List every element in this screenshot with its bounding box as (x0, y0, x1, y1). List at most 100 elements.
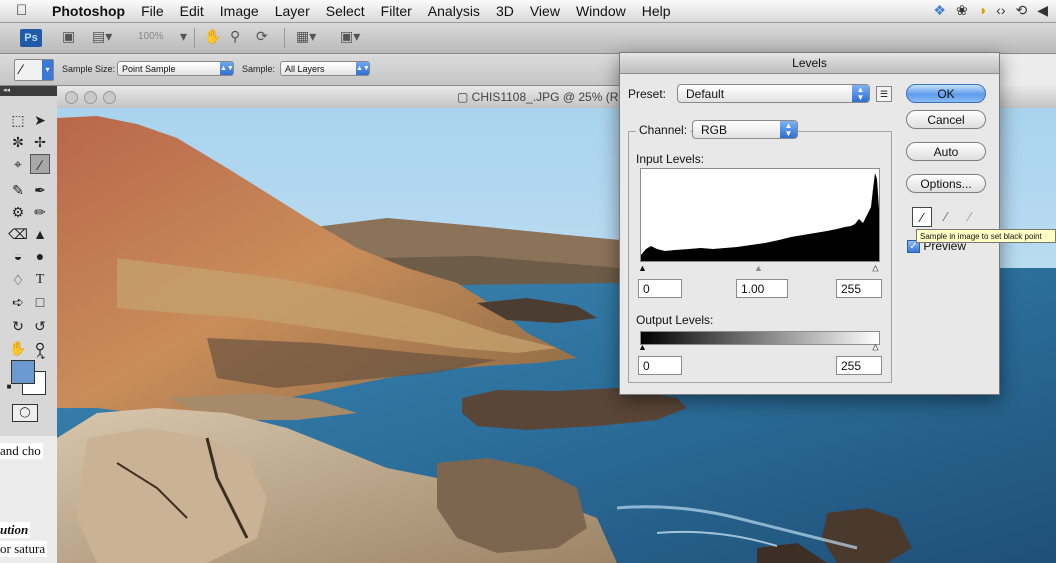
half-moon-icon[interactable]: ◑ (978, 2, 986, 19)
sample-size-value: Point Sample (122, 64, 176, 74)
shape-tool-icon[interactable]: □ (30, 292, 50, 312)
foreground-color-swatch[interactable] (11, 360, 35, 384)
application-bar: Ps ▣ ▤▾ 100% ▾ ✋ ⚲ ⟳ ▦▾ ▣▾ (0, 23, 1056, 54)
preset-value: Default (686, 87, 725, 101)
levels-title-bar[interactable]: Levels (620, 53, 999, 74)
white-point-eyedropper-icon[interactable]: ⁄ (960, 207, 980, 227)
white-point-slider-icon[interactable]: ▲ (871, 263, 881, 274)
histogram-graph (641, 173, 879, 261)
input-gamma-field[interactable]: 1.00 (736, 279, 788, 298)
output-white-slider-icon[interactable]: ▲ (871, 342, 881, 353)
path-selection-tool-icon[interactable]: ➪ (8, 292, 28, 312)
input-levels-slider[interactable]: ▲ ▲ ▲ (638, 263, 881, 274)
levels-dialog: Levels Preset: Default ▲ ▼ ☰ Channel: RGB… (619, 52, 1000, 395)
tool-preset-picker[interactable]: ⁄ ▾ (14, 59, 54, 81)
menu-image[interactable]: Image (220, 3, 259, 19)
ok-button[interactable]: OK (906, 84, 986, 103)
menu-window[interactable]: Window (576, 3, 626, 19)
output-white-field[interactable]: 255 (836, 356, 882, 375)
options-button[interactable]: Options... (906, 174, 986, 193)
lasso-tool-icon[interactable]: ✼ (8, 132, 28, 152)
tools-panel: ◂◂ ⬚ ➤ ✼ ✢ ⌖ ⁄ ✎ ✒ ⚙ ✏ ⌫ ▲ ◒ ● ♢ T ➪ □ ↻… (0, 86, 58, 436)
brush-tool-icon[interactable]: ✒ (30, 180, 50, 200)
auto-button[interactable]: Auto (906, 142, 986, 161)
output-levels-slider[interactable]: ▲ ▲ (638, 342, 881, 353)
dodge-tool-icon[interactable]: ◒ (8, 246, 28, 266)
black-point-slider-icon[interactable]: ▲ (638, 263, 647, 273)
dropbox-icon[interactable]: ❖ (933, 2, 946, 19)
healing-brush-tool-icon[interactable]: ✎ (8, 180, 28, 200)
channel-select[interactable]: RGB ▲ ▼ (692, 120, 798, 139)
input-black-field[interactable]: 0 (638, 279, 682, 298)
3d-rotate-tool-icon[interactable]: ↻ (8, 316, 28, 336)
gamma-slider-icon[interactable]: ▲ (754, 263, 763, 273)
preset-select[interactable]: Default ▲ ▼ (677, 84, 870, 103)
zoom-tool-icon[interactable]: ⚲ (230, 28, 240, 45)
preset-options-icon[interactable]: ☰ (876, 86, 892, 102)
3d-orbit-tool-icon[interactable]: ↺ (30, 316, 50, 336)
eyedropper-tool-icon[interactable]: ⁄ (30, 154, 50, 174)
menu-help[interactable]: Help (642, 3, 671, 19)
type-tool-icon[interactable]: T (30, 270, 50, 290)
apple-icon[interactable]:  (16, 2, 27, 19)
rotate-view-icon[interactable]: ⟳ (256, 28, 268, 45)
menu-analysis[interactable]: Analysis (428, 3, 480, 19)
quick-selection-tool-icon[interactable]: ✢ (30, 132, 50, 152)
crop-tool-icon[interactable]: ⌖ (8, 154, 28, 174)
close-window-icon[interactable] (65, 91, 78, 104)
marquee-tool-icon[interactable]: ⬚ (8, 110, 28, 130)
menu-file[interactable]: File (141, 3, 164, 19)
sample-value: All Layers (285, 64, 325, 74)
menu-select[interactable]: Select (326, 3, 365, 19)
hand-tool-icon[interactable]: ✋ (8, 338, 28, 358)
updown-arrows-icon: ▲▼ (780, 121, 797, 138)
output-black-field[interactable]: 0 (638, 356, 682, 375)
sample-size-select[interactable]: Point Sample ▲▼ (117, 61, 234, 76)
menu-layer[interactable]: Layer (275, 3, 310, 19)
tools-panel-header[interactable]: ◂◂ (0, 86, 57, 96)
black-point-eyedropper-icon[interactable]: ⁄ (912, 207, 932, 227)
history-brush-tool-icon[interactable]: ✏ (30, 202, 50, 222)
updown-arrows-icon: ▲▼ (356, 62, 370, 75)
photoshop-logo: Ps (20, 29, 42, 47)
sample-label: Sample: (242, 64, 276, 74)
volume-icon[interactable]: ◀ (1037, 2, 1048, 19)
move-tool-icon[interactable]: ➤ (30, 110, 50, 130)
pen-tool-icon[interactable]: ♢ (8, 270, 28, 290)
document-title-bar: ▢ CHIS1108_.JPG @ 25% (R (57, 86, 620, 109)
bridge-icon[interactable]: ▣ (62, 28, 75, 45)
menu-bar:  Photoshop File Edit Image Layer Select… (0, 0, 1056, 23)
menu-view[interactable]: View (530, 3, 560, 19)
menu-filter[interactable]: Filter (381, 3, 412, 19)
paint-bucket-tool-icon[interactable]: ▲ (30, 224, 50, 244)
output-black-slider-icon[interactable]: ▲ (638, 342, 647, 352)
menu-3d[interactable]: 3D (496, 3, 514, 19)
zoom-window-icon[interactable] (103, 91, 116, 104)
sharpen-tool-icon[interactable]: ● (30, 246, 50, 266)
screen-mode-icon[interactable]: ▣▾ (340, 28, 360, 45)
eraser-tool-icon[interactable]: ⌫ (8, 224, 28, 244)
swap-colors-icon[interactable]: ↷ (34, 352, 48, 366)
options-bar: ⁄ ▾ Sample Size: Point Sample ▲▼ Sample: … (0, 54, 620, 86)
document-title-bar-right (997, 86, 1056, 109)
menu-list: Photoshop File Edit Image Layer Select F… (52, 3, 687, 19)
paw-icon[interactable]: ❀ (956, 2, 968, 19)
menu-edit[interactable]: Edit (180, 3, 204, 19)
quick-mask-button[interactable]: ◯ (12, 404, 38, 422)
gray-point-eyedropper-icon[interactable]: ⁄ (936, 207, 956, 227)
minimize-window-icon[interactable] (84, 91, 97, 104)
divider (284, 28, 285, 48)
cancel-button[interactable]: Cancel (906, 110, 986, 129)
zoom-dropdown-icon[interactable]: ▾ (180, 28, 187, 45)
menu-photoshop[interactable]: Photoshop (52, 3, 125, 19)
view-extras-icon[interactable]: ▤▾ (92, 28, 112, 45)
hand-tool-icon[interactable]: ✋ (204, 28, 221, 45)
sample-select[interactable]: All Layers ▲▼ (280, 61, 370, 76)
zoom-level[interactable]: 100% (138, 31, 164, 42)
clone-stamp-tool-icon[interactable]: ⚙ (8, 202, 28, 222)
input-white-field[interactable]: 255 (836, 279, 882, 298)
time-machine-icon[interactable]: ⟲ (1015, 2, 1027, 19)
default-colors-icon[interactable]: ■ (4, 382, 14, 392)
code-icon[interactable]: ‹› (996, 2, 1005, 19)
arrange-documents-icon[interactable]: ▦▾ (296, 28, 316, 45)
